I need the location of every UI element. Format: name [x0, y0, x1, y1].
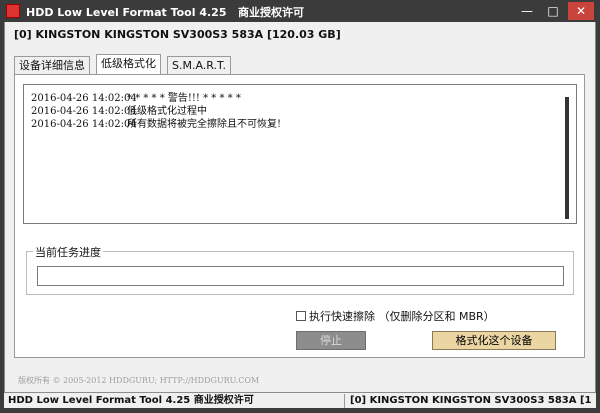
- maximize-button[interactable]: □: [541, 2, 565, 20]
- copyright-text: 版权所有 © 2005-2012 HDDGURU; HTTP://HDDGURU…: [18, 376, 260, 385]
- progress-label: 当前任务进度: [33, 244, 103, 260]
- window-frame-right: [596, 22, 600, 408]
- format-device-button[interactable]: 格式化这个设备: [432, 331, 556, 350]
- status-device: [0] KINGSTON KINGSTON SV300S3 583A [120.…: [350, 395, 592, 406]
- device-header: [0] KINGSTON KINGSTON SV300S3 583A [120.…: [14, 28, 341, 41]
- log-line: 2016-04-26 14:02:04所有数据将被完全擦除且不可恢复!: [31, 115, 281, 130]
- tab-low-level-format[interactable]: 低级格式化: [96, 54, 161, 75]
- stop-button[interactable]: 停止: [296, 331, 366, 350]
- app-icon: [6, 4, 20, 18]
- app-name: HDD Low Level Format Tool 4.25: [26, 6, 227, 19]
- quick-wipe-label: 执行快速擦除 （仅删除分区和 MBR）: [309, 310, 495, 323]
- log-box[interactable]: 2016-04-26 14:02:04* * * * * 警告!!! * * *…: [23, 84, 577, 224]
- log-scrollbar[interactable]: [565, 97, 569, 219]
- tab-device-details[interactable]: 设备详细信息: [14, 56, 90, 75]
- log-timestamp: 2016-04-26 14:02:04: [31, 119, 137, 130]
- close-button[interactable]: ✕: [568, 2, 594, 20]
- status-divider: [344, 394, 345, 408]
- window-frame-bottom: [0, 408, 600, 413]
- status-app: HDD Low Level Format Tool 4.25 商业授权许可: [8, 395, 254, 406]
- title-bar: HDD Low Level Format Tool 4.25 商业授权许可 — …: [0, 0, 600, 22]
- status-bar: HDD Low Level Format Tool 4.25 商业授权许可 [0…: [4, 392, 596, 408]
- quick-wipe-option[interactable]: 执行快速擦除 （仅删除分区和 MBR）: [296, 308, 495, 324]
- minimize-button[interactable]: —: [515, 2, 539, 20]
- log-message: 所有数据将被完全擦除且不可恢复!: [127, 119, 282, 130]
- tab-smart[interactable]: S.M.A.R.T.: [167, 56, 231, 75]
- progress-bar: [37, 266, 564, 286]
- window-title: HDD Low Level Format Tool 4.25 商业授权许可: [26, 4, 304, 20]
- quick-wipe-checkbox[interactable]: [296, 311, 306, 321]
- license-label: 商业授权许可: [237, 6, 304, 19]
